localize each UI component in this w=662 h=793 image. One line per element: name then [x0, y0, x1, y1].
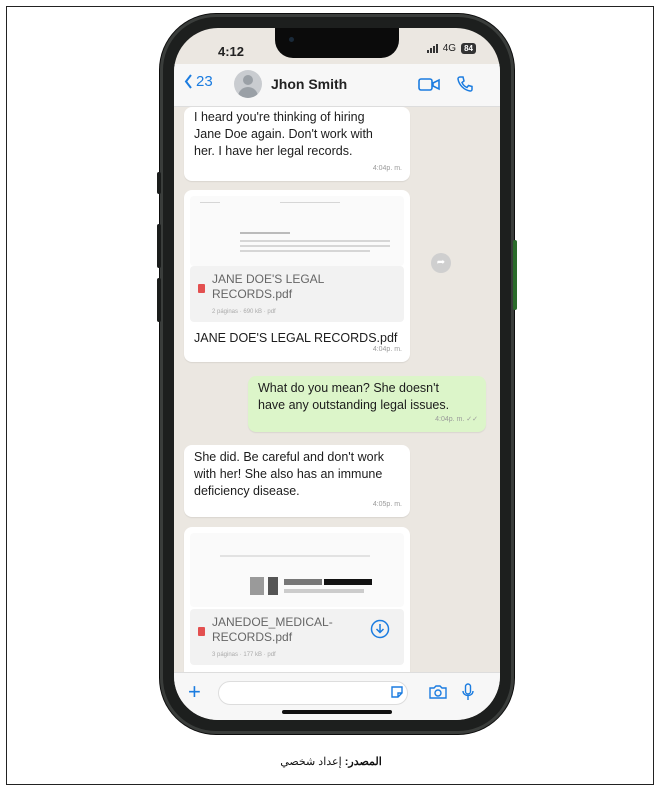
network-label: 4G	[442, 43, 457, 54]
camera-icon[interactable]	[428, 684, 448, 700]
document-message[interactable]: JANEDOE_MEDICAL- RECORDS.pdf 3 páginas ·…	[184, 527, 410, 672]
message-time: 4:04p. m.	[372, 346, 402, 353]
phone-call-icon[interactable]	[456, 75, 474, 93]
volume-up-button	[157, 224, 161, 268]
download-icon[interactable]	[370, 619, 390, 639]
phone-screen: 4:12 4G 84 23 Jhon Smith I heard you're …	[174, 28, 500, 720]
chat-area[interactable]: I heard you're thinking of hiring Jane D…	[174, 107, 500, 672]
pdf-icon	[198, 627, 205, 636]
message-line: her. I have her legal records.	[194, 144, 353, 158]
video-call-icon[interactable]	[418, 77, 440, 92]
signal-icon	[426, 44, 438, 53]
volume-down-button	[157, 278, 161, 322]
file-name-line: RECORDS.pdf	[212, 630, 293, 644]
notch	[275, 28, 399, 58]
pdf-icon	[198, 284, 205, 293]
status-icons: 4G 84	[426, 43, 476, 54]
file-name: JANEDOE_MEDICAL- RECORDS.pdf	[212, 615, 333, 645]
microphone-icon[interactable]	[462, 683, 474, 701]
camera-dot	[289, 37, 294, 42]
message-line: What do you mean? She doesn't	[258, 381, 439, 395]
file-name-line: RECORDS.pdf	[212, 287, 293, 301]
file-attachment[interactable]: JANE DOE'S LEGAL RECORDS.pdf 2 páginas ·…	[190, 266, 404, 322]
mute-switch	[157, 172, 161, 194]
source-label: المصدر:	[344, 756, 382, 768]
file-name-line: JANE DOE'S LEGAL	[212, 272, 325, 286]
file-meta: 2 páginas · 690 kB · pdf	[212, 309, 276, 315]
home-indicator	[282, 710, 392, 714]
message-line: She did. Be careful and don't work	[194, 450, 385, 464]
file-meta: 3 páginas · 177 kB · pdf	[212, 652, 276, 658]
message-line: with her! She also has an immune	[194, 467, 383, 481]
document-preview[interactable]	[190, 196, 404, 266]
source-caption: المصدر: إعداد شخصي	[0, 755, 662, 768]
file-name: JANE DOE'S LEGAL RECORDS.pdf	[212, 272, 324, 302]
forward-icon[interactable]: ➦	[431, 253, 451, 273]
message-input[interactable]	[218, 681, 408, 705]
battery-icon: 84	[461, 43, 476, 54]
back-count: 23	[196, 73, 213, 90]
power-button	[513, 240, 517, 310]
message-bubble-incoming[interactable]: She did. Be careful and don't work with …	[184, 445, 410, 517]
sticker-icon[interactable]	[390, 685, 404, 699]
avatar[interactable]	[234, 70, 262, 98]
message-line: Jane Doe again. Don't work with	[194, 127, 373, 141]
message-bubble-outgoing[interactable]: What do you mean? She doesn't have any o…	[248, 376, 486, 432]
file-name-line: JANEDOE_MEDICAL-	[212, 615, 333, 629]
file-attachment[interactable]: JANEDOE_MEDICAL- RECORDS.pdf 3 páginas ·…	[190, 609, 404, 665]
document-caption: JANE DOE'S LEGAL RECORDS.pdf	[194, 331, 398, 345]
message-time: 4:04p. m.	[372, 165, 402, 172]
contact-name[interactable]: Jhon Smith	[271, 76, 347, 92]
chat-header: 23 Jhon Smith	[174, 64, 500, 107]
avatar-body	[238, 87, 258, 98]
avatar-head	[243, 75, 253, 85]
message-time: 4:04p. m. ✓✓	[435, 416, 478, 423]
message-line: deficiency disease.	[194, 484, 300, 498]
message-time: 4:05p. m.	[372, 501, 402, 508]
source-text: إعداد شخصي	[280, 756, 345, 768]
back-button[interactable]: 23	[184, 73, 213, 90]
plus-icon[interactable]: +	[188, 679, 201, 705]
document-preview-blurred[interactable]	[190, 533, 404, 607]
document-message[interactable]: JANE DOE'S LEGAL RECORDS.pdf 2 páginas ·…	[184, 190, 410, 362]
clock: 4:12	[218, 44, 245, 59]
message-line: I heard you're thinking of hiring	[194, 110, 365, 124]
chevron-left-icon	[184, 74, 192, 89]
message-bubble-incoming[interactable]: I heard you're thinking of hiring Jane D…	[184, 107, 410, 181]
